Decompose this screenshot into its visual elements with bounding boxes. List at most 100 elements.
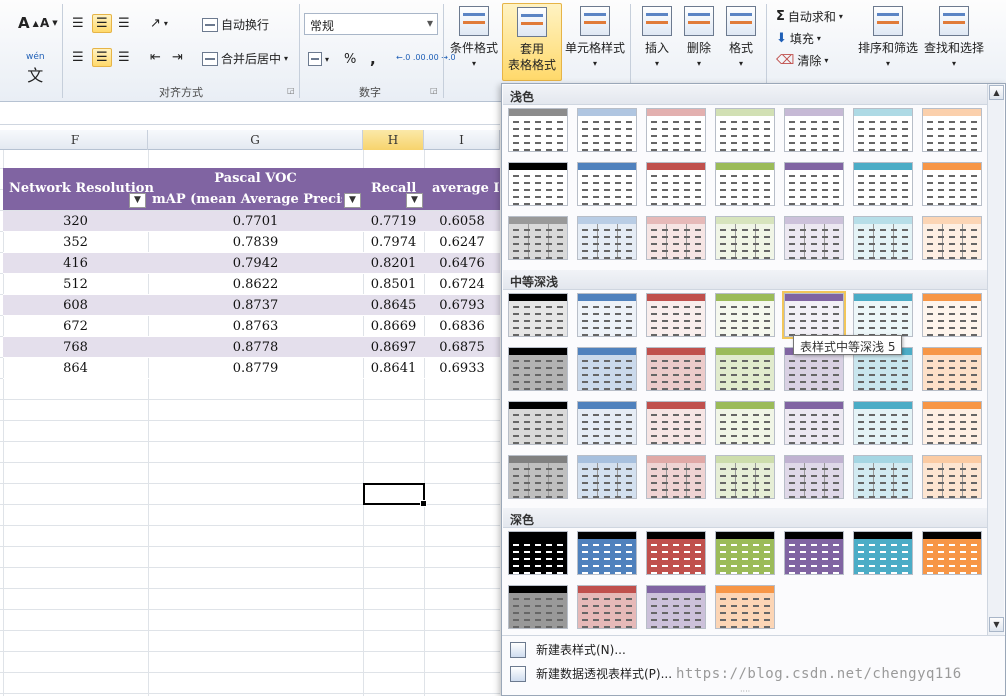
table-cell[interactable]: 0.7942 <box>148 253 363 274</box>
header-cell-average-iou[interactable]: average Io <box>424 168 500 210</box>
table-cell[interactable]: 0.8201 <box>363 253 424 274</box>
table-style-swatch[interactable] <box>853 162 913 206</box>
align-middle-button[interactable]: ☰ <box>92 14 112 33</box>
table-style-swatch[interactable] <box>922 216 982 260</box>
decrease-indent-button[interactable]: ⇤ <box>150 50 161 65</box>
number-dialog-launcher[interactable]: ◲ <box>430 86 438 95</box>
table-cell[interactable]: 0.8763 <box>148 316 363 337</box>
cell-styles-button[interactable]: 单元格样式 ▾ <box>564 6 626 72</box>
filter-dropdown-icon[interactable]: ▼ <box>129 193 146 208</box>
format-button[interactable]: 格式 ▾ <box>720 6 762 72</box>
grow-font-button[interactable]: A ▲ <box>18 14 39 32</box>
align-top-button[interactable]: ☰ <box>72 16 84 31</box>
align-right-button[interactable]: ☰ <box>118 50 130 65</box>
table-cell[interactable]: 0.8697 <box>363 337 424 358</box>
table-cell[interactable]: 0.7719 <box>363 211 424 232</box>
merge-center-button[interactable]: 合并后居中 ▾ <box>202 50 288 67</box>
header-cell-network-resolution[interactable]: Network Resolution ▼ <box>3 168 154 210</box>
table-cell[interactable]: 0.8779 <box>148 358 363 379</box>
table-style-swatch[interactable] <box>646 162 706 206</box>
table-style-swatch[interactable] <box>715 216 775 260</box>
table-style-swatch[interactable] <box>577 585 637 629</box>
table-style-swatch[interactable] <box>922 108 982 152</box>
table-style-swatch[interactable] <box>784 531 844 575</box>
shrink-font-button[interactable]: A ▼ <box>40 16 58 30</box>
table-style-swatch[interactable] <box>715 455 775 499</box>
table-style-swatch[interactable] <box>508 585 568 629</box>
conditional-format-button[interactable]: 条件格式 ▾ <box>448 6 500 72</box>
table-cell[interactable]: 864 <box>3 358 148 379</box>
insert-button[interactable]: 插入 ▾ <box>636 6 678 72</box>
table-style-swatch[interactable] <box>577 108 637 152</box>
table-cell[interactable]: 0.8737 <box>148 295 363 316</box>
table-style-swatch[interactable] <box>715 293 775 337</box>
table-style-swatch[interactable] <box>922 531 982 575</box>
align-left-button[interactable]: ☰ <box>72 50 84 65</box>
align-bottom-button[interactable]: ☰ <box>118 16 130 31</box>
table-cell[interactable]: 0.7701 <box>148 211 363 232</box>
table-cell[interactable]: 320 <box>3 211 148 232</box>
table-cell[interactable]: 0.6724 <box>424 274 500 295</box>
table-style-swatch[interactable] <box>508 401 568 445</box>
table-cell[interactable]: 416 <box>3 253 148 274</box>
new-table-style-menu-item[interactable]: 新建表样式(N)... <box>502 638 988 662</box>
table-style-swatch[interactable] <box>715 401 775 445</box>
table-style-swatch[interactable] <box>853 455 913 499</box>
table-style-swatch[interactable] <box>508 216 568 260</box>
table-style-swatch[interactable] <box>508 347 568 391</box>
format-as-table-button[interactable]: 套用 表格格式 <box>502 3 562 81</box>
table-style-swatch[interactable] <box>922 401 982 445</box>
active-cell-cursor[interactable] <box>363 483 427 507</box>
phonetic-button[interactable]: wén 文 <box>26 52 45 86</box>
resize-grip-icon[interactable]: ···· <box>740 687 750 696</box>
column-header-h[interactable]: H <box>363 130 424 150</box>
table-style-swatch[interactable] <box>853 216 913 260</box>
table-style-swatch[interactable] <box>508 162 568 206</box>
percent-button[interactable]: % <box>344 52 356 67</box>
table-style-swatch[interactable] <box>508 455 568 499</box>
table-style-swatch[interactable] <box>715 108 775 152</box>
fill-button[interactable]: ⬇ 填充 ▾ <box>776 30 821 47</box>
table-style-swatch[interactable] <box>646 531 706 575</box>
table-style-swatch[interactable] <box>922 347 982 391</box>
table-style-swatch[interactable] <box>922 162 982 206</box>
delete-button[interactable]: 删除 ▾ <box>678 6 720 72</box>
table-style-swatch[interactable] <box>784 108 844 152</box>
table-cell[interactable]: 0.8622 <box>148 274 363 295</box>
table-style-swatch[interactable] <box>646 293 706 337</box>
table-cell[interactable]: 0.6058 <box>424 211 500 232</box>
align-center-button[interactable]: ☰ <box>92 48 112 67</box>
table-cell[interactable]: 0.7974 <box>363 232 424 253</box>
table-style-swatch[interactable] <box>784 455 844 499</box>
table-style-swatch[interactable] <box>715 531 775 575</box>
table-style-swatch[interactable] <box>577 162 637 206</box>
filter-dropdown-icon[interactable]: ▼ <box>406 193 423 208</box>
table-cell[interactable]: 352 <box>3 232 148 253</box>
table-style-swatch[interactable] <box>782 291 846 339</box>
table-cell[interactable]: 0.6933 <box>424 358 500 379</box>
table-cell[interactable]: 0.8645 <box>363 295 424 316</box>
increase-indent-button[interactable]: ⇥ <box>172 50 183 65</box>
table-style-swatch[interactable] <box>577 531 637 575</box>
table-style-swatch[interactable] <box>853 531 913 575</box>
scroll-up-arrow-icon[interactable]: ▲ <box>989 85 1004 100</box>
autosum-button[interactable]: Σ 自动求和 ▾ <box>776 8 843 25</box>
table-style-swatch[interactable] <box>577 293 637 337</box>
increase-decimal-button[interactable]: ←.0 .00 <box>396 53 426 62</box>
find-select-button[interactable]: 查找和选择 ▾ <box>922 6 986 72</box>
table-style-swatch[interactable] <box>853 108 913 152</box>
table-cell[interactable]: 0.8501 <box>363 274 424 295</box>
table-style-swatch[interactable] <box>853 401 913 445</box>
alignment-dialog-launcher[interactable]: ◲ <box>287 86 295 95</box>
formula-bar[interactable] <box>0 103 500 125</box>
table-cell[interactable]: 512 <box>3 274 148 295</box>
comma-button[interactable]: , <box>370 50 376 68</box>
table-style-swatch[interactable] <box>577 455 637 499</box>
header-cell-pascal-voc[interactable]: Pascal VOC mAP (mean Average Precisio ▼ <box>148 168 363 210</box>
table-style-swatch[interactable] <box>715 585 775 629</box>
table-style-swatch[interactable] <box>646 216 706 260</box>
table-style-swatch[interactable] <box>508 531 568 575</box>
table-style-swatch[interactable] <box>508 293 568 337</box>
table-style-swatch[interactable] <box>646 585 706 629</box>
table-style-swatch[interactable] <box>646 455 706 499</box>
